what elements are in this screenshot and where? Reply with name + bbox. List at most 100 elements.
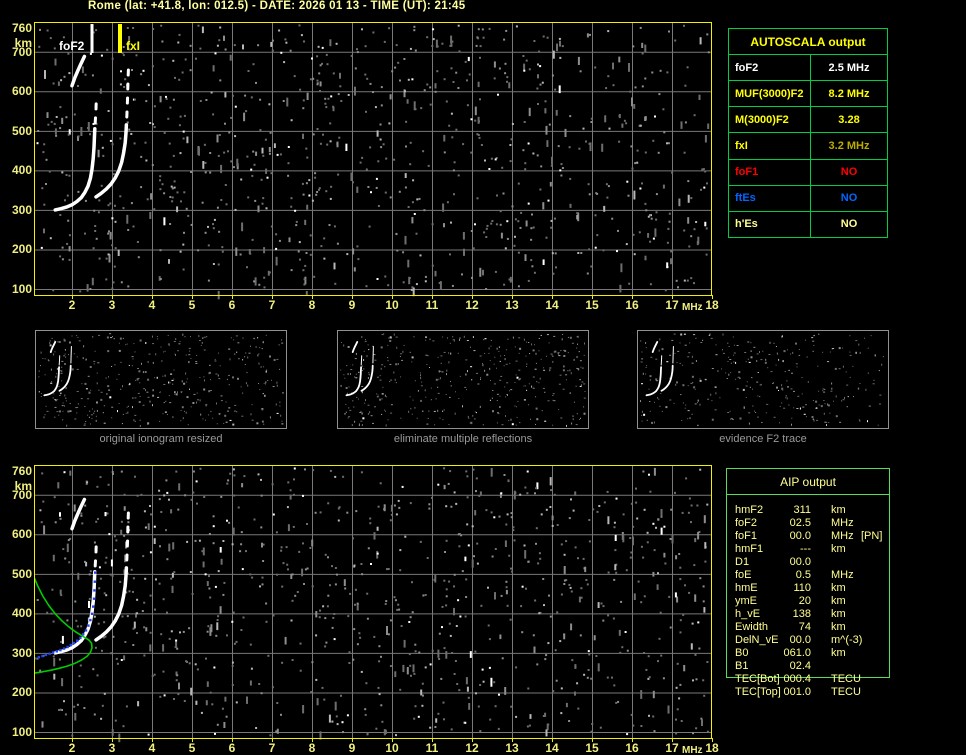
thumbnail-trace xyxy=(59,356,60,365)
parameter-name: MUF(3000)F2 xyxy=(729,81,811,106)
parameter-value: 311 xyxy=(761,504,811,516)
parameter-value: 000.4 xyxy=(761,673,811,685)
aip-row-tectop: TEC[Top]001.0TECU xyxy=(727,686,889,699)
aip-row-ewidth: Ewidth74km xyxy=(727,621,889,634)
series-F2-extraordinary-trace xyxy=(96,125,126,197)
thumbnail-trace xyxy=(361,356,362,365)
thumbnail-trace xyxy=(51,342,56,352)
parameter-name: B1 xyxy=(735,660,748,672)
parameter-name: ftEs xyxy=(729,186,811,211)
autoscala-row-ftes: ftEsNO xyxy=(729,186,887,212)
series-F2-extraordinary-spread xyxy=(127,70,129,118)
thumbnail-label: eliminate multiple reflections xyxy=(337,433,589,445)
parameter-unit: km xyxy=(831,582,846,594)
x-tick-label: 5 xyxy=(180,741,204,755)
parameter-name: foF1 xyxy=(735,530,757,542)
thumbnail-trace xyxy=(347,367,362,395)
parameter-value: NO xyxy=(811,186,887,211)
thumbnail-trace xyxy=(362,366,373,391)
parameter-value: 00.0 xyxy=(761,530,811,542)
aip-row-fof1: foF100.0MHz[PN] xyxy=(727,530,889,543)
autoscala-row-fof2: foF22.5 MHz xyxy=(729,55,887,81)
page-title: Rome (lat: +41.8, lon: 012.5) - DATE: 20… xyxy=(88,0,508,12)
thumbnail-trace xyxy=(647,367,662,395)
aip-row-d1: D100.0 xyxy=(727,556,889,569)
thumbnail-trace xyxy=(353,342,358,352)
parameter-unit: MHz xyxy=(831,530,854,542)
series-F2-ordinary-trace xyxy=(55,129,95,210)
thumbnail-label: original ionogram resized xyxy=(35,433,287,445)
thumbnail-noise-speckles xyxy=(38,333,284,427)
thumbnail-trace xyxy=(653,342,658,352)
x-tick-label: 11 xyxy=(420,741,444,755)
x-tick-label: 4 xyxy=(140,298,164,312)
x-tick-label: 16 xyxy=(620,298,644,312)
autoscala-row-fof1: foF1NO xyxy=(729,160,887,186)
x-tick-label: 7 xyxy=(260,741,284,755)
aip-row-hme: hmE110km xyxy=(727,582,889,595)
parameter-value: --- xyxy=(761,543,811,555)
autoscala-row-m3000f2: M(3000)F23.28 xyxy=(729,107,887,133)
x-tick-label: 17 xyxy=(660,741,684,755)
aip-table-rows: hmF2311kmfoF202.5MHzfoF100.0MHz[PN]hmF1-… xyxy=(727,504,889,699)
plot-border xyxy=(35,466,712,739)
parameter-name: hmF2 xyxy=(735,504,763,516)
parameter-value: 3.28 xyxy=(811,107,887,132)
parameter-unit: km xyxy=(831,621,846,633)
plot-border xyxy=(35,23,712,296)
parameter-name: h_vE xyxy=(735,608,760,620)
autoscala-table-header: AUTOSCALA output xyxy=(729,29,887,55)
parameter-unit: MHz xyxy=(831,569,854,581)
series-F2-extraordinary-spread xyxy=(127,513,129,561)
y-tick-label: 600 xyxy=(0,527,32,541)
autoscala-app-window: Rome (lat: +41.8, lon: 012.5) - DATE: 20… xyxy=(0,0,966,755)
parameter-name: B0 xyxy=(735,647,748,659)
parameter-value: 001.0 xyxy=(761,686,811,698)
parameter-value: 3.2 MHz xyxy=(811,133,887,158)
thumbnail-noise-speckles xyxy=(340,333,586,427)
y-tick-label: 100 xyxy=(0,282,32,296)
y-tick-label: 200 xyxy=(0,242,32,256)
fxi-annotation-label: fxI xyxy=(126,39,140,53)
thumbnail-border xyxy=(338,331,589,429)
x-tick-label: 14 xyxy=(540,298,564,312)
parameter-value: 74 xyxy=(761,621,811,633)
parameter-name: foE xyxy=(735,569,752,581)
aip-row-hve: h_vE138 km xyxy=(727,608,889,621)
parameter-value: 02.5 xyxy=(761,517,811,529)
parameter-name: hmF1 xyxy=(735,543,763,555)
x-tick-label: 3 xyxy=(100,298,124,312)
top-ionogram xyxy=(34,22,713,304)
thumbnail-eliminate-reflections xyxy=(337,330,589,429)
parameter-value: 20 xyxy=(761,595,811,607)
grid-lines xyxy=(35,23,711,295)
y-axis-unit-label: km xyxy=(0,479,32,493)
y-axis-unit-label: km xyxy=(0,36,32,50)
x-tick-label: 11 xyxy=(420,298,444,312)
x-tick-label: 18 xyxy=(700,741,724,755)
aip-row-fof2: foF202.5MHz xyxy=(727,517,889,530)
x-tick-label: 9 xyxy=(340,298,364,312)
thumbnail-trace xyxy=(71,347,72,364)
parameter-value: NO xyxy=(811,160,887,185)
parameter-value: 0.5 xyxy=(761,569,811,581)
ionogram-noise-speckles xyxy=(37,24,710,299)
y-tick-label: 300 xyxy=(0,646,32,660)
parameter-name: ymE xyxy=(735,595,757,607)
aip-row-delnve: DelN_vE00.0m^(-3) xyxy=(727,634,889,647)
x-tick-label: 14 xyxy=(540,741,564,755)
parameter-unit: km xyxy=(831,608,846,620)
thumbnail-trace xyxy=(662,366,673,391)
aip-row-b0: B0061.0km xyxy=(727,647,889,660)
parameter-name: foF2 xyxy=(729,55,811,80)
parameter-name: M(3000)F2 xyxy=(729,107,811,132)
y-tick-label: 100 xyxy=(0,725,32,739)
parameter-name: h'Es xyxy=(729,212,811,237)
thumbnail-trace xyxy=(60,366,71,391)
y-tick-label: 300 xyxy=(0,203,32,217)
parameter-value: 138 xyxy=(761,608,811,620)
y-tick-label: 500 xyxy=(0,124,32,138)
x-tick-label: 9 xyxy=(340,741,364,755)
series-autoscaled-trace-fit xyxy=(34,571,96,659)
aip-table-header: AIP output xyxy=(727,469,889,495)
